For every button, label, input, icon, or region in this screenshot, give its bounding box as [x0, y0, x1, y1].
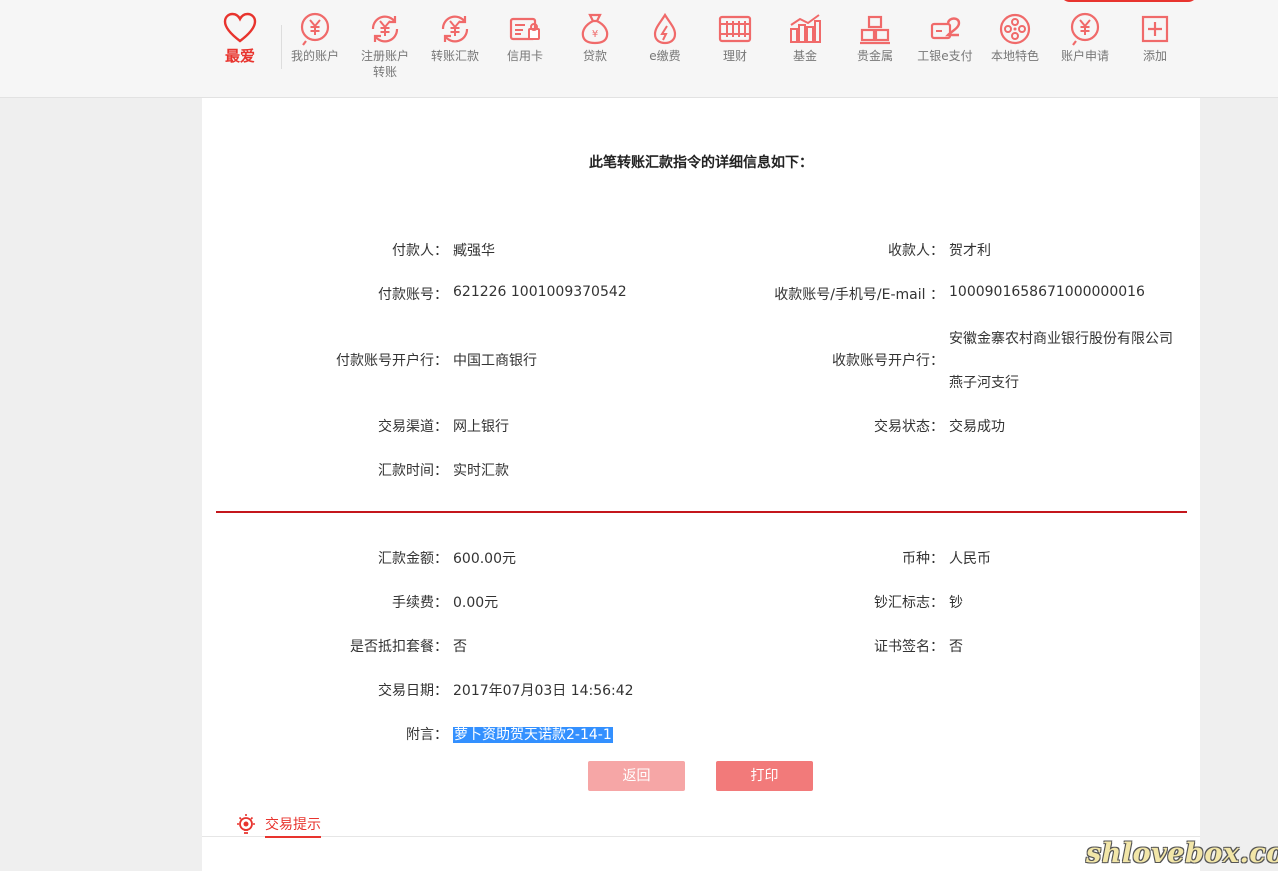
note-value[interactable]: 萝卜资助贺天诺款2-14-1: [453, 724, 613, 744]
nav-item-label: 信用卡: [506, 49, 543, 63]
back-button[interactable]: 返回: [588, 761, 685, 791]
package-value: 否: [453, 639, 467, 655]
nav-item-label: e缴费: [649, 49, 681, 63]
nav-item-label: 本地特色: [990, 49, 1039, 63]
nav-item-precious-metal[interactable]: 贵金属: [840, 8, 910, 64]
credit-card-icon: [509, 17, 540, 41]
nav-item-label: 转账汇款: [430, 49, 479, 63]
nav-item-account-apply[interactable]: 账户申请: [1050, 8, 1120, 64]
nav-item-my-account[interactable]: 我的账户: [280, 8, 350, 64]
nav-item-label: 理财: [722, 49, 747, 63]
print-button[interactable]: 打印: [716, 761, 813, 791]
payer-account-value: 621226 1001009370542: [453, 284, 627, 300]
payer-account-label: 付款账号：: [378, 287, 448, 303]
nav-item-label: 账户申请: [1060, 49, 1109, 63]
trade-date-label: 交易日期：: [378, 683, 448, 699]
transfer-detail-panel: 此笔转账汇款指令的详细信息如下： 付款人： 臧强华 收款人： 贺才利 付款账号：…: [202, 98, 1200, 798]
nav-item-label: 注册账户 转账: [360, 49, 409, 79]
fund-chart-icon: [790, 14, 821, 43]
payee-bank-value-line2: 燕子河支行: [949, 375, 1019, 391]
add-box-icon: [1141, 15, 1169, 43]
film-reel-icon: [999, 13, 1031, 45]
channel-value: 网上银行: [453, 419, 509, 435]
fee-value: 0.00元: [453, 595, 499, 611]
tips-divider: [202, 836, 1200, 837]
e-pay-icon: [930, 17, 961, 40]
payer-bank-value: 中国工商银行: [453, 353, 537, 369]
transfer-cycle-icon: [371, 15, 399, 43]
nav-item-fund[interactable]: 基金: [770, 8, 840, 64]
cert-value: 否: [949, 639, 963, 655]
amount-label: 汇款金额：: [378, 551, 448, 567]
top-navigation: 最爱 我的账户 注册账户 转账 转账汇款 信用卡 ¥ 贷款 e缴费 理财 基金 …: [0, 0, 1278, 98]
payee-label: 收款人：: [888, 243, 944, 259]
apply-coin-icon: [1070, 12, 1100, 46]
trade-tips-section: 交易提示: [202, 798, 1200, 871]
payer-bank-label: 付款账号开户行：: [336, 353, 448, 369]
nav-item-register-transfer[interactable]: 注册账户 转账: [350, 8, 420, 80]
payee-account-value: 1000901658671000000016: [949, 284, 1145, 300]
remittance-cycle-icon: [441, 15, 469, 43]
channel-label: 交易渠道：: [378, 419, 448, 435]
nav-item-label: 添加: [1142, 49, 1167, 63]
nav-item-label: 贵金属: [856, 49, 893, 63]
package-label: 是否抵扣套餐：: [350, 639, 448, 655]
payee-value: 贺才利: [949, 243, 991, 259]
page-title: 此笔转账汇款指令的详细信息如下：: [589, 155, 813, 171]
top-red-pill[interactable]: [1060, 0, 1198, 2]
gold-bars-icon: [860, 15, 890, 45]
watermark: shlovebox.com: [1086, 838, 1278, 869]
svg-text:¥: ¥: [592, 29, 598, 40]
section-divider: [216, 511, 1187, 513]
nav-item-e-pay[interactable]: 工银e支付: [910, 8, 980, 64]
payee-bank-value-line1: 安徽金寨农村商业银行股份有限公司: [949, 331, 1173, 347]
status-value: 交易成功: [949, 419, 1005, 435]
amount-value: 600.00元: [453, 551, 516, 567]
tips-tab[interactable]: 交易提示: [265, 814, 321, 838]
nav-item-e-payment[interactable]: e缴费: [630, 8, 700, 64]
nav-item-label: 我的账户: [290, 49, 339, 63]
nav-item-label: 基金: [792, 49, 817, 63]
fee-label: 手续费：: [392, 595, 448, 611]
nav-item-wealth[interactable]: 理财: [700, 8, 770, 64]
payment-drop-icon: [653, 12, 677, 45]
payer-label: 付款人：: [392, 243, 448, 259]
note-selected-text[interactable]: 萝卜资助贺天诺款2-14-1: [453, 727, 613, 743]
remit-time-value: 实时汇款: [453, 463, 509, 479]
nav-item-credit-card[interactable]: 信用卡: [490, 8, 560, 64]
cert-label: 证书签名：: [874, 639, 944, 655]
payee-account-label: 收款账号/手机号/E-mail ：: [774, 287, 944, 303]
nav-item-remittance[interactable]: 转账汇款: [420, 8, 490, 64]
currency-value: 人民币: [949, 551, 991, 567]
nav-item-local[interactable]: 本地特色: [980, 8, 1050, 64]
account-coin-icon: [300, 12, 330, 46]
cash-flag-label: 钞汇标志：: [874, 595, 944, 611]
cash-flag-value: 钞: [949, 595, 963, 611]
note-label: 附言：: [406, 727, 448, 743]
nav-item-label: 工银e支付: [917, 49, 973, 63]
heart-icon: [223, 12, 257, 43]
status-label: 交易状态：: [874, 419, 944, 435]
payee-bank-label: 收款账号开户行：: [832, 353, 944, 369]
trade-date-value: 2017年07月03日 14:56:42: [453, 683, 634, 699]
nav-item-loan[interactable]: ¥ 贷款: [560, 8, 630, 64]
loan-bag-icon: ¥: [581, 13, 609, 45]
nav-item-label: 贷款: [582, 49, 607, 63]
nav-item-add[interactable]: 添加: [1120, 8, 1190, 64]
payer-value: 臧强华: [453, 243, 495, 259]
lightbulb-icon: [237, 814, 255, 834]
nav-favorite-label: 最爱: [224, 47, 255, 65]
remit-time-label: 汇款时间：: [378, 463, 448, 479]
abacus-icon: [718, 15, 752, 43]
currency-label: 币种：: [902, 551, 944, 567]
nav-favorite[interactable]: 最爱: [210, 8, 270, 64]
